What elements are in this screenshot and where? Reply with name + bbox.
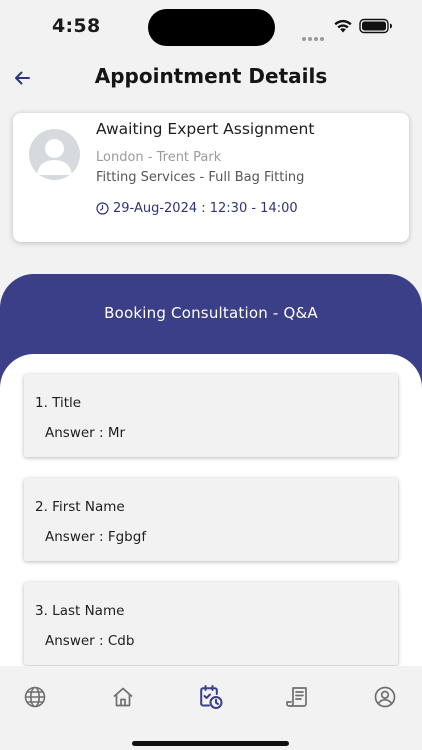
tab-profile[interactable] [370, 682, 400, 712]
wifi-icon [334, 19, 352, 33]
profile-icon [374, 686, 396, 708]
calendar-clock-icon [200, 685, 223, 709]
cellular-dots-icon [302, 26, 326, 41]
tab-home[interactable] [108, 682, 138, 712]
dynamic-island [148, 9, 275, 46]
qa-question: 2. First Name [35, 499, 125, 515]
qa-item: 2. First Name Answer : Fgbgf [24, 478, 398, 561]
globe-icon [24, 686, 46, 708]
qa-section: Booking Consultation - Q&A 1. Title Answ… [0, 274, 422, 694]
qa-section-title: Booking Consultation - Q&A [104, 304, 318, 322]
qa-question: 3. Last Name [35, 603, 125, 619]
appointment-service: Fitting Services - Full Bag Fitting [96, 170, 305, 185]
qa-item: 1. Title Answer : Mr [24, 374, 398, 457]
appointment-status: Awaiting Expert Assignment [96, 120, 315, 138]
qa-question: 1. Title [35, 395, 82, 411]
home-icon [113, 687, 133, 707]
qa-answer: Answer : Fgbgf [45, 529, 147, 545]
tab-receipts[interactable] [282, 682, 312, 712]
qa-panel[interactable]: 1. Title Answer : Mr 2. First Name Answe… [0, 354, 422, 694]
appointment-datetime-row: 29-Aug-2024 : 12:30 - 14:00 [96, 201, 298, 216]
appointment-location: London - Trent Park [96, 150, 222, 165]
home-indicator [132, 741, 289, 746]
status-time: 4:58 [52, 15, 101, 37]
tab-bar [0, 666, 422, 750]
battery-icon [359, 18, 392, 34]
clock-icon [96, 202, 109, 215]
avatar [29, 129, 80, 180]
appointment-datetime: 29-Aug-2024 : 12:30 - 14:00 [113, 201, 298, 216]
person-placeholder-icon [37, 139, 72, 175]
receipt-icon [286, 687, 307, 707]
header: Appointment Details [0, 58, 422, 98]
page-title: Appointment Details [94, 64, 328, 88]
status-bar: 4:58 [0, 0, 422, 56]
qa-answer: Answer : Cdb [45, 633, 135, 649]
qa-item: 3. Last Name Answer : Cdb [24, 582, 398, 665]
tab-globe[interactable] [20, 682, 50, 712]
tab-appointments[interactable] [196, 682, 226, 712]
appointment-card: Awaiting Expert Assignment London - Tren… [13, 113, 409, 242]
qa-answer: Answer : Mr [45, 425, 126, 441]
